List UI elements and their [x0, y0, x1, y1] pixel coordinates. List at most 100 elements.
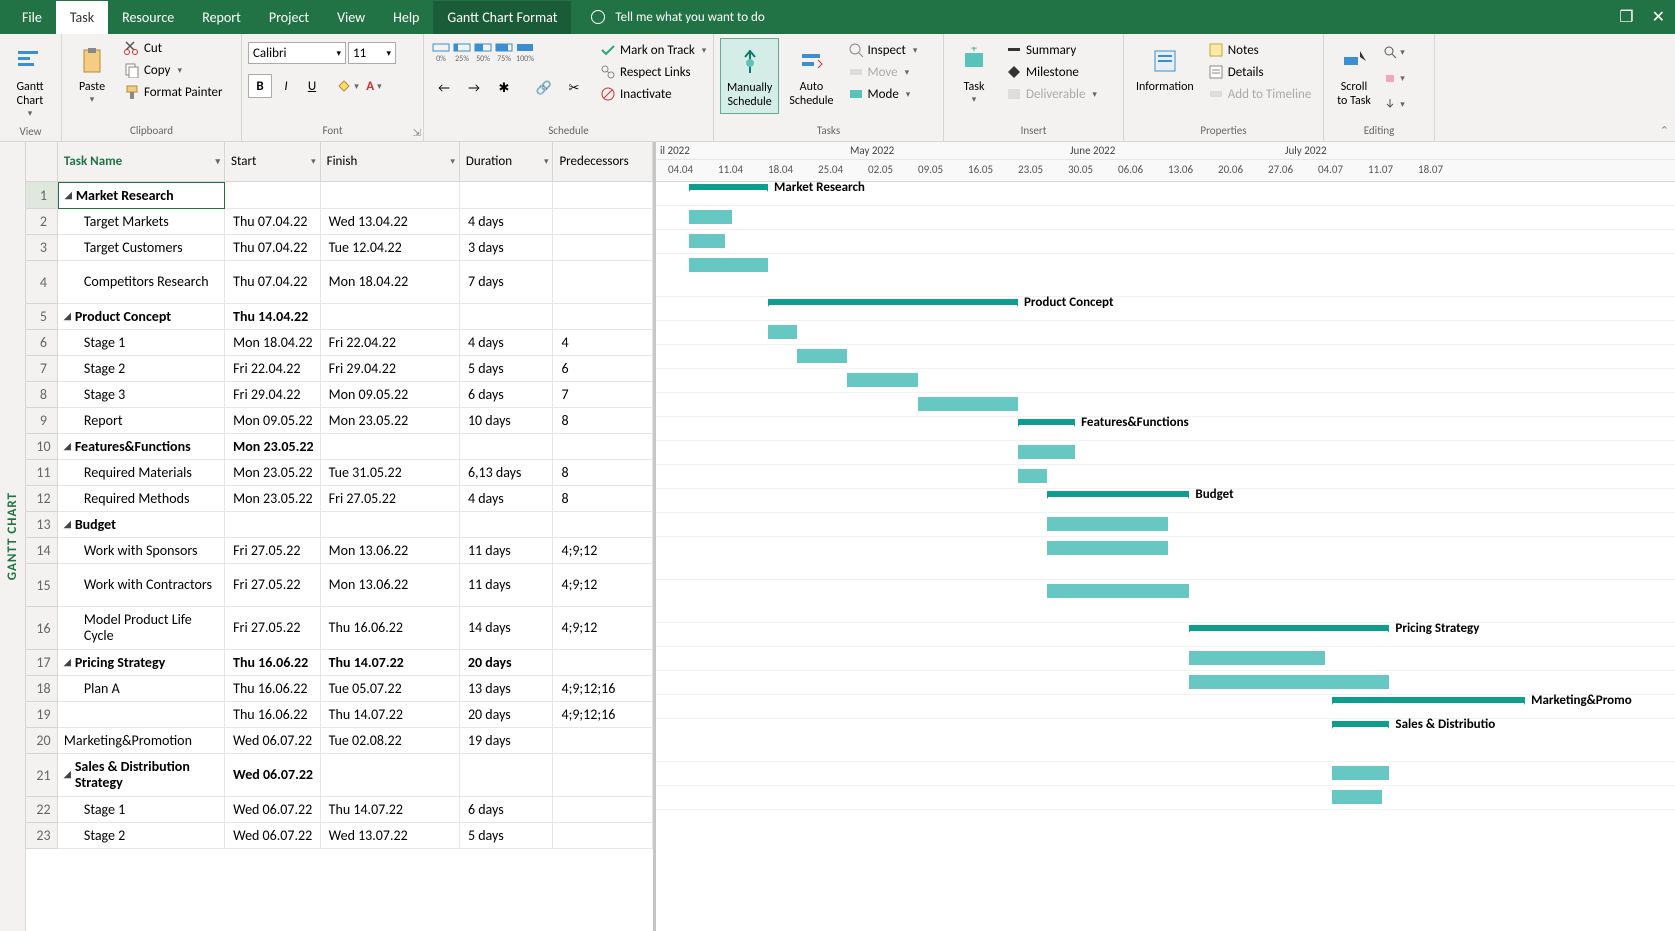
table-row[interactable]: 7Stage 2Fri 22.04.22Fri 29.04.225 days6 — [26, 356, 653, 382]
cell-pred[interactable] — [553, 650, 653, 676]
cell-task-name[interactable]: Stage 1 — [58, 797, 225, 823]
task-button[interactable]: + Task ▾ — [950, 38, 998, 109]
cell-start[interactable]: Fri 27.05.22 — [225, 564, 321, 607]
cell-task-name[interactable]: ◢Budget — [58, 512, 225, 538]
cell-dur[interactable]: 5 days — [460, 823, 554, 849]
gantt-task-bar[interactable] — [1018, 469, 1047, 483]
cell-pred[interactable] — [553, 434, 653, 460]
gantt-task-bar[interactable] — [1047, 517, 1168, 531]
cell-dur[interactable]: 6 days — [460, 382, 554, 408]
mark-on-track-button[interactable]: Mark on Track — [596, 40, 710, 60]
table-row[interactable]: 8Stage 3Fri 29.04.22Mon 09.05.226 days7 — [26, 382, 653, 408]
notes-button[interactable]: Notes — [1204, 40, 1316, 60]
table-row[interactable]: 18Plan AThu 16.06.22Tue 05.07.2213 days4… — [26, 676, 653, 702]
cell-finish[interactable]: Mon 18.04.22 — [321, 261, 460, 304]
cell-pred[interactable] — [553, 797, 653, 823]
information-button[interactable]: Information — [1130, 38, 1200, 98]
gantt-task-bar[interactable] — [689, 234, 725, 248]
gantt-summary-bar[interactable] — [689, 184, 768, 190]
gantt-task-bar[interactable] — [797, 349, 847, 363]
cell-finish[interactable]: Thu 14.07.22 — [321, 702, 460, 728]
table-row[interactable]: 9ReportMon 09.05.22Mon 23.05.2210 days8 — [26, 408, 653, 434]
cell-task-name[interactable]: Target Customers — [58, 235, 225, 261]
column-predecessors[interactable]: Predecessors — [553, 142, 653, 182]
cell-finish[interactable]: Mon 13.06.22 — [321, 538, 460, 564]
gantt-summary-bar[interactable] — [1047, 491, 1190, 497]
link-button[interactable]: 🔗 — [532, 76, 556, 100]
cell-dur[interactable]: 4 days — [460, 209, 554, 235]
cell-task-name[interactable]: ◢Sales & Distribution Strategy — [58, 754, 225, 797]
gantt-task-bar[interactable] — [768, 325, 797, 339]
cell-start[interactable]: Fri 29.04.22 — [225, 382, 321, 408]
manually-schedule-button[interactable]: Manually Schedule — [720, 38, 779, 114]
cell-start[interactable]: Wed 06.07.22 — [225, 797, 321, 823]
gantt-task-bar[interactable] — [689, 210, 732, 224]
row-number[interactable]: 6 — [26, 330, 58, 356]
inspect-button[interactable]: Inspect — [844, 40, 922, 60]
table-row[interactable]: 15Work with ContractorsFri 27.05.22Mon 1… — [26, 564, 653, 607]
table-row[interactable]: 22Stage 1Wed 06.07.22Thu 14.07.226 days — [26, 797, 653, 823]
cell-pred[interactable] — [553, 754, 653, 797]
cell-task-name[interactable]: Work with Sponsors — [58, 538, 225, 564]
underline-button[interactable]: U — [300, 74, 324, 98]
cell-task-name[interactable]: ◢Market Research — [58, 182, 225, 209]
font-color-button[interactable]: A — [362, 74, 386, 98]
gantt-task-bar[interactable] — [918, 397, 1018, 411]
gantt-summary-bar[interactable] — [1018, 419, 1075, 425]
row-number[interactable]: 10 — [26, 434, 58, 460]
cell-pred[interactable]: 6 — [553, 356, 653, 382]
row-number[interactable]: 19 — [26, 702, 58, 728]
cell-pred[interactable]: 8 — [553, 460, 653, 486]
row-number[interactable]: 2 — [26, 209, 58, 235]
cell-task-name[interactable]: Stage 2 — [58, 356, 225, 382]
close-window-button[interactable]: ✕ — [1652, 7, 1665, 27]
cell-start[interactable] — [225, 512, 321, 538]
cell-task-name[interactable]: Plan A — [58, 676, 225, 702]
cell-finish[interactable]: Tue 12.04.22 — [321, 235, 460, 261]
cell-dur[interactable]: 13 days — [460, 676, 554, 702]
cell-dur[interactable]: 6 days — [460, 797, 554, 823]
scroll-to-task-button[interactable]: Scroll to Task — [1330, 38, 1378, 112]
cell-finish[interactable] — [321, 304, 460, 330]
table-row[interactable]: 3Target CustomersThu 07.04.22Tue 12.04.2… — [26, 235, 653, 261]
row-number[interactable]: 9 — [26, 408, 58, 434]
cell-start[interactable]: Mon 23.05.22 — [225, 486, 321, 512]
cell-finish[interactable]: Thu 16.06.22 — [321, 607, 460, 650]
cell-finish[interactable]: Mon 09.05.22 — [321, 382, 460, 408]
table-row[interactable]: 19Thu 16.06.22Thu 14.07.2220 days4;9;12;… — [26, 702, 653, 728]
cell-pred[interactable] — [553, 512, 653, 538]
cell-dur[interactable] — [460, 434, 554, 460]
row-number[interactable]: 16 — [26, 607, 58, 650]
row-number[interactable]: 7 — [26, 356, 58, 382]
cell-start[interactable]: Fri 22.04.22 — [225, 356, 321, 382]
cell-start[interactable]: Mon 23.05.22 — [225, 434, 321, 460]
cell-dur[interactable]: 4 days — [460, 330, 554, 356]
row-number[interactable]: 13 — [26, 512, 58, 538]
clear-button[interactable] — [1382, 66, 1406, 90]
table-row[interactable]: 17◢Pricing StrategyThu 16.06.22Thu 14.07… — [26, 650, 653, 676]
gantt-chart-area[interactable]: il 2022May 2022June 2022July 2022 04.041… — [656, 142, 1675, 931]
gantt-task-bar[interactable] — [1332, 790, 1382, 804]
copy-button[interactable]: Copy — [120, 60, 227, 80]
indent-button[interactable]: → — [462, 76, 486, 100]
row-number[interactable]: 12 — [26, 486, 58, 512]
table-row[interactable]: 13◢Budget — [26, 512, 653, 538]
cell-task-name[interactable]: ◢Product Concept — [58, 304, 225, 330]
gantt-summary-bar[interactable] — [1189, 625, 1389, 631]
cell-finish[interactable] — [321, 754, 460, 797]
font-name-select[interactable]: Calibri▾ — [248, 42, 346, 64]
cell-task-name[interactable]: Stage 1 — [58, 330, 225, 356]
row-number[interactable]: 14 — [26, 538, 58, 564]
row-number[interactable]: 23 — [26, 823, 58, 849]
percent-complete-icons[interactable]: 0% 25% 50% 75% 100% — [432, 42, 586, 64]
cell-start[interactable]: Thu 14.04.22 — [225, 304, 321, 330]
cell-pred[interactable]: 8 — [553, 486, 653, 512]
table-row[interactable]: 2Target MarketsThu 07.04.22Wed 13.04.224… — [26, 209, 653, 235]
cell-start[interactable]: Wed 06.07.22 — [225, 728, 321, 754]
table-row[interactable]: 11Required MaterialsMon 23.05.22Tue 31.0… — [26, 460, 653, 486]
fill-button[interactable] — [1382, 92, 1406, 116]
cell-pred[interactable]: 4;9;12 — [553, 607, 653, 650]
cell-pred[interactable] — [553, 304, 653, 330]
cell-dur[interactable]: 20 days — [460, 650, 554, 676]
cell-pred[interactable] — [553, 209, 653, 235]
